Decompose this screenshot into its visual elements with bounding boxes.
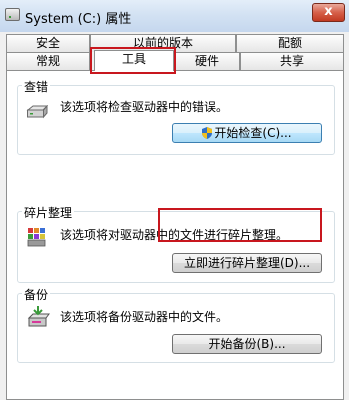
tools-tab-highlight bbox=[90, 47, 176, 74]
backup-icon bbox=[27, 306, 50, 327]
defrag-button-highlight bbox=[158, 208, 322, 242]
properties-dialog: 安全 以前的版本 配额 常规 工具 硬件 共享 查错 该选项将检查驱动器中的错误… bbox=[0, 32, 349, 400]
tab-sharing[interactable]: 共享 bbox=[240, 52, 344, 70]
check-now-label: 开始检查(C)... bbox=[214, 126, 292, 140]
error-checking-description: 该选项将检查驱动器中的错误。 bbox=[60, 100, 229, 114]
drive-properties-icon bbox=[5, 8, 20, 21]
backup-now-button[interactable]: 开始备份(B)... bbox=[172, 334, 322, 354]
tab-security[interactable]: 安全 bbox=[6, 34, 90, 52]
error-checking-group: 查错 该选项将检查驱动器中的错误。 开始检查(C)... bbox=[17, 78, 335, 155]
check-now-button[interactable]: 开始检查(C)... bbox=[172, 123, 322, 143]
error-checking-title: 查错 bbox=[22, 78, 51, 95]
defrag-title: 碎片整理 bbox=[22, 204, 75, 221]
defrag-icon bbox=[27, 228, 46, 247]
backup-group: 备份 该选项将备份驱动器中的文件。 开始备份(B)... bbox=[17, 286, 335, 363]
tab-quota[interactable]: 配额 bbox=[236, 34, 344, 52]
title-bar: System (C:) 属性 x bbox=[0, 0, 349, 32]
close-button[interactable]: x bbox=[312, 3, 345, 22]
window-title: System (C:) 属性 bbox=[25, 12, 132, 27]
backup-description: 该选项将备份驱动器中的文件。 bbox=[60, 310, 229, 324]
defragment-now-button[interactable]: 立即进行碎片整理(D)... bbox=[172, 253, 322, 273]
tab-general[interactable]: 常规 bbox=[6, 52, 90, 70]
hard-drive-icon bbox=[26, 105, 48, 119]
tab-hardware[interactable]: 硬件 bbox=[174, 52, 240, 70]
backup-title: 备份 bbox=[22, 286, 51, 303]
uac-shield-icon bbox=[202, 127, 213, 139]
